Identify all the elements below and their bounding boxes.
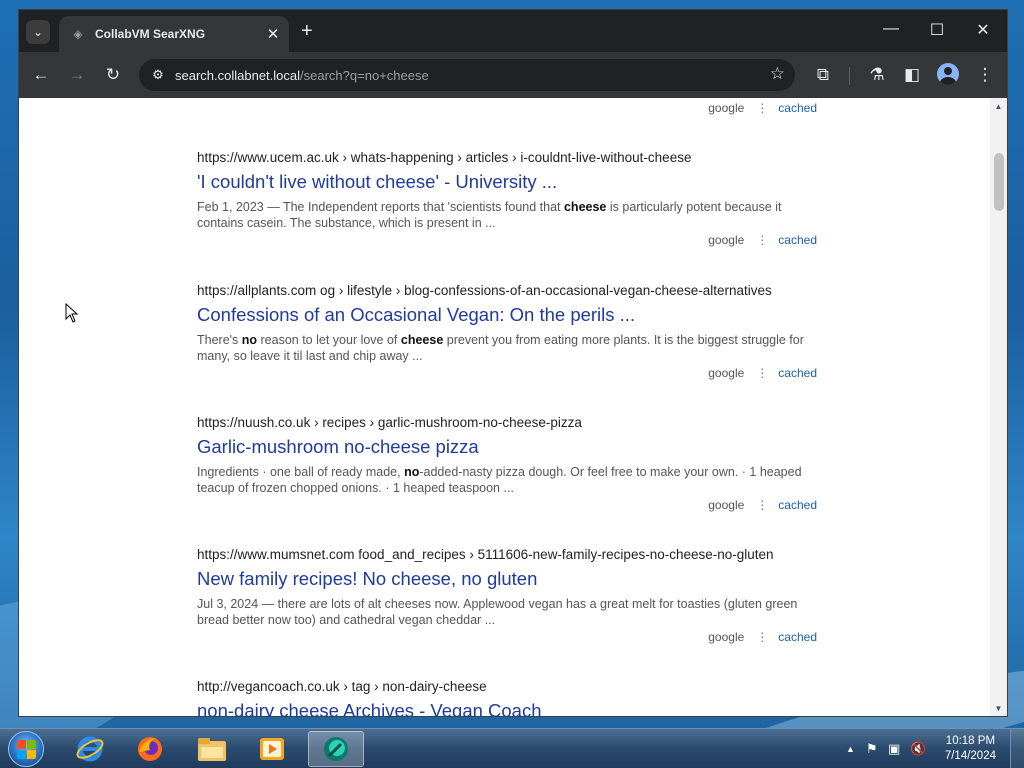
- collabvm-app-icon[interactable]: [308, 731, 364, 767]
- clock[interactable]: 10:18 PM 7/14/2024: [945, 734, 996, 764]
- more-vert-icon[interactable]: ⋮: [756, 498, 768, 512]
- mouse-cursor-icon: [65, 303, 79, 323]
- tab-strip: ⌄ ◈ CollabVM SearXNG ✕ + — ☐ ✕: [19, 10, 1007, 52]
- profile-avatar-icon[interactable]: [937, 63, 959, 85]
- result-snippet: Jul 3, 2024 — there are lots of alt chee…: [197, 597, 798, 627]
- side-panel-icon[interactable]: ◧: [900, 63, 924, 87]
- result-title[interactable]: Garlic-mushroom no-cheese pizza: [197, 436, 817, 458]
- google-link[interactable]: google: [708, 101, 744, 115]
- result-actions: google ⋮ cached: [197, 101, 817, 117]
- close-tab-icon[interactable]: ✕: [263, 25, 283, 43]
- scroll-up-icon[interactable]: ▲: [990, 100, 1007, 114]
- labs-flask-icon[interactable]: ⚗: [865, 63, 889, 87]
- result-actions: google ⋮ cached: [197, 498, 817, 514]
- tab-search-button[interactable]: ⌄: [26, 20, 50, 44]
- favicon-icon: ◈: [73, 27, 83, 41]
- scroll-thumb[interactable]: [994, 153, 1004, 211]
- show-desktop-button[interactable]: [1010, 729, 1024, 768]
- maximize-icon[interactable]: ☐: [922, 20, 952, 40]
- close-window-icon[interactable]: ✕: [968, 20, 998, 40]
- new-tab-button[interactable]: +: [301, 21, 313, 41]
- scroll-down-icon[interactable]: ▼: [990, 702, 1007, 716]
- bookmark-star-icon[interactable]: ☆: [770, 64, 785, 84]
- tab-active[interactable]: ◈ CollabVM SearXNG ✕: [59, 16, 289, 52]
- result-title[interactable]: 'I couldn't live without cheese' - Unive…: [197, 171, 817, 193]
- file-explorer-icon[interactable]: [184, 731, 240, 767]
- result-snippet: There's no reason to let your love of ch…: [197, 333, 804, 363]
- action-center-flag-icon[interactable]: ⚑: [866, 741, 878, 757]
- clock-time: 10:18 PM: [945, 735, 996, 747]
- result-item: https://www.mumsnet.com food_and_recipes…: [197, 547, 817, 628]
- reload-icon[interactable]: ↻: [101, 63, 125, 87]
- url-host: search.collabnet.local: [175, 67, 301, 83]
- result-actions: google ⋮ cached: [197, 366, 817, 382]
- google-link[interactable]: google: [708, 366, 744, 380]
- result-url[interactable]: https://www.ucem.ac.uk › whats-happening…: [197, 150, 817, 165]
- url-text[interactable]: search.collabnet.local/search?q=no+chees…: [175, 68, 429, 83]
- taskbar: ▲ ⚑ ▣ 🔇 10:18 PM 7/14/2024: [0, 728, 1024, 768]
- tab-title: CollabVM SearXNG: [95, 27, 206, 41]
- system-tray: ▲ ⚑ ▣ 🔇 10:18 PM 7/14/2024: [824, 729, 1024, 768]
- result-title[interactable]: Confessions of an Occasional Vegan: On t…: [197, 304, 817, 326]
- site-info-icon[interactable]: ⚙: [149, 67, 167, 83]
- cached-link[interactable]: cached: [778, 366, 817, 380]
- menu-kebab-icon[interactable]: ⋮: [973, 63, 997, 87]
- start-button[interactable]: [8, 731, 44, 767]
- chevron-down-icon: ⌄: [32, 25, 44, 39]
- toolbar-divider: [849, 67, 850, 85]
- network-icon[interactable]: ▣: [888, 741, 900, 757]
- google-link[interactable]: google: [708, 233, 744, 247]
- extensions-icon[interactable]: ⧉: [811, 63, 835, 87]
- page-viewport: google ⋮ cached https://www.ucem.ac.uk ›…: [19, 98, 1007, 716]
- result-snippet: Ingredients · one ball of ready made, no…: [197, 465, 802, 495]
- more-vert-icon[interactable]: ⋮: [756, 101, 768, 115]
- result-title[interactable]: non-dairy cheese Archives - Vegan Coach: [197, 700, 817, 716]
- result-url[interactable]: https://www.mumsnet.com food_and_recipes…: [197, 547, 817, 562]
- more-vert-icon[interactable]: ⋮: [756, 630, 768, 644]
- browser-window: ⌄ ◈ CollabVM SearXNG ✕ + — ☐ ✕ ← → ↻ ⚙ s…: [18, 9, 1008, 717]
- result-actions: google ⋮ cached: [197, 233, 817, 249]
- volume-muted-icon[interactable]: 🔇: [910, 741, 926, 757]
- result-actions: google ⋮ cached: [197, 630, 817, 646]
- more-vert-icon[interactable]: ⋮: [756, 233, 768, 247]
- google-link[interactable]: google: [708, 498, 744, 512]
- cached-link[interactable]: cached: [778, 233, 817, 247]
- minimize-icon[interactable]: —: [876, 20, 906, 38]
- more-vert-icon[interactable]: ⋮: [756, 366, 768, 380]
- browser-toolbar: ← → ↻ ⚙ search.collabnet.local/search?q=…: [19, 52, 1007, 98]
- result-item: https://allplants.com og › lifestyle › b…: [197, 283, 817, 364]
- result-item: http://vegancoach.co.uk › tag › non-dair…: [197, 679, 817, 716]
- cached-link[interactable]: cached: [778, 101, 817, 115]
- result-title[interactable]: New family recipes! No cheese, no gluten: [197, 568, 817, 590]
- result-url[interactable]: http://vegancoach.co.uk › tag › non-dair…: [197, 679, 817, 694]
- forward-icon[interactable]: →: [65, 63, 89, 87]
- clock-date: 7/14/2024: [944, 750, 996, 762]
- internet-explorer-icon[interactable]: [62, 731, 118, 767]
- vertical-scrollbar[interactable]: ▲ ▼: [990, 98, 1007, 716]
- result-url[interactable]: https://nuush.co.uk › recipes › garlic-m…: [197, 415, 817, 430]
- cached-link[interactable]: cached: [778, 630, 817, 644]
- cached-link[interactable]: cached: [778, 498, 817, 512]
- back-icon[interactable]: ←: [29, 63, 53, 87]
- show-hidden-icons-icon[interactable]: ▲: [846, 744, 855, 754]
- url-path: /search?q=no+cheese: [300, 67, 429, 83]
- google-link[interactable]: google: [708, 630, 744, 644]
- result-item: https://nuush.co.uk › recipes › garlic-m…: [197, 415, 817, 496]
- address-bar[interactable]: ⚙ search.collabnet.local/search?q=no+che…: [139, 59, 795, 91]
- firefox-icon[interactable]: [122, 731, 178, 767]
- media-player-icon[interactable]: [244, 731, 300, 767]
- result-url[interactable]: https://allplants.com og › lifestyle › b…: [197, 283, 817, 298]
- result-snippet: Feb 1, 2023 — The Independent reports th…: [197, 200, 782, 230]
- result-item: https://www.ucem.ac.uk › whats-happening…: [197, 150, 817, 231]
